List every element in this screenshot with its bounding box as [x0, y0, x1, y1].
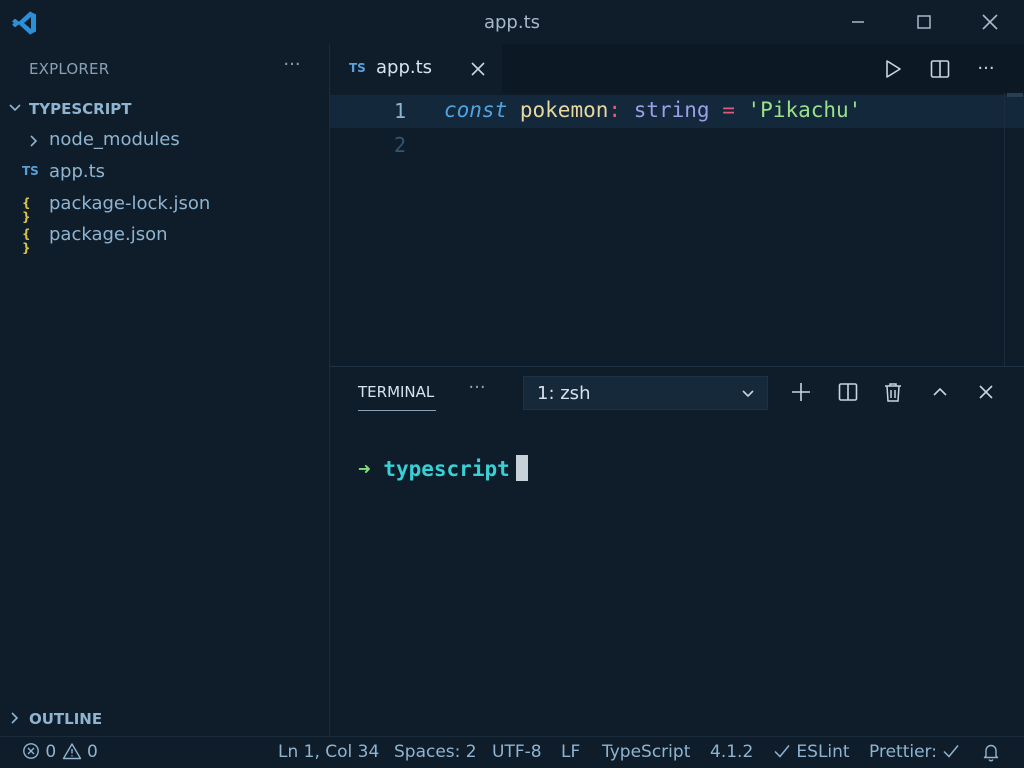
- prettier-label: Prettier:: [869, 742, 937, 762]
- tab-app-ts[interactable]: TS app.ts: [330, 44, 502, 93]
- tab-label: app.ts: [376, 57, 433, 78]
- json-file-icon: { }: [22, 227, 31, 255]
- chevron-right-icon: [11, 712, 19, 724]
- error-count: 0: [45, 742, 57, 762]
- eslint-label: ESLint: [796, 742, 850, 762]
- tree-item-label: node_modules: [49, 129, 180, 150]
- code-string: 'Pikachu': [747, 98, 862, 122]
- prompt-directory: typescript: [383, 457, 510, 481]
- bell-icon: [983, 744, 999, 762]
- vscode-logo-icon: [12, 11, 36, 35]
- code-identifier: pokemon: [519, 98, 609, 122]
- typescript-file-icon: TS: [349, 61, 366, 75]
- outline-title: OUTLINE: [29, 710, 103, 728]
- editor-tab-bar: TS app.ts ···: [330, 44, 1024, 93]
- play-icon: [886, 60, 901, 78]
- editor-group: TS app.ts ··· 1 2 const pokemon: string …: [330, 44, 1024, 366]
- chevron-up-icon: [933, 387, 947, 396]
- close-panel-button[interactable]: [973, 379, 999, 405]
- warning-count: 0: [87, 742, 98, 762]
- tree-item-app-ts[interactable]: TS app.ts: [0, 158, 330, 188]
- minimize-icon: [852, 21, 864, 23]
- scrollbar-thumb[interactable]: [1007, 93, 1023, 97]
- warning-icon: [62, 743, 81, 760]
- code-type: string: [633, 98, 710, 122]
- code-editor[interactable]: 1 2 const pokemon: string = 'Pikachu': [330, 93, 1024, 366]
- terminal-cursor: [515, 455, 528, 481]
- close-window-button[interactable]: [970, 8, 1010, 36]
- terminal-select[interactable]: 1: zsh: [523, 376, 768, 410]
- title-bar: app.ts: [0, 0, 1024, 44]
- tree-item-package-json[interactable]: { } package.json: [0, 221, 330, 255]
- run-button[interactable]: [880, 56, 906, 82]
- active-tab-indicator: [358, 410, 436, 411]
- tree-item-label: package.json: [49, 224, 168, 245]
- cursor-position[interactable]: Ln 1, Col 34: [278, 742, 379, 762]
- code-operator: =: [722, 98, 735, 122]
- chevron-down-icon: [9, 104, 21, 112]
- check-icon: [943, 745, 959, 758]
- typescript-file-icon: TS: [22, 164, 39, 178]
- problems-status[interactable]: 0 0: [22, 742, 98, 762]
- plus-icon: [792, 383, 810, 401]
- terminal-select-value: 1: zsh: [537, 383, 591, 404]
- check-icon: [774, 745, 790, 758]
- maximize-panel-button[interactable]: [927, 379, 953, 405]
- code-keyword: const: [444, 98, 508, 122]
- code-line-1: const pokemon: string = 'Pikachu': [444, 98, 861, 122]
- tree-item-label: app.ts: [49, 161, 106, 182]
- prettier-status[interactable]: Prettier:: [869, 742, 960, 762]
- folder-name: TYPESCRIPT: [29, 100, 132, 118]
- close-icon: [979, 385, 993, 399]
- maximize-icon: [917, 15, 931, 29]
- close-tab-icon[interactable]: [468, 59, 488, 79]
- minimize-button[interactable]: [838, 8, 878, 36]
- status-bar: 0 0 Ln 1, Col 34 Spaces: 2 UTF-8 LF Type…: [0, 736, 1024, 768]
- chevron-down-icon: [742, 390, 754, 398]
- line-number: 2: [393, 133, 406, 157]
- close-icon: [982, 14, 998, 30]
- maximize-button[interactable]: [904, 8, 944, 36]
- tree-item-package-lock-json[interactable]: { } package-lock.json: [0, 190, 330, 224]
- typescript-version[interactable]: 4.1.2: [710, 742, 753, 762]
- notifications-button[interactable]: [982, 742, 1000, 764]
- tree-item-node-modules[interactable]: node_modules: [0, 126, 330, 156]
- eslint-status[interactable]: ESLint: [773, 742, 850, 762]
- folder-section-typescript[interactable]: TYPESCRIPT: [0, 95, 330, 123]
- explorer-title: EXPLORER: [29, 60, 110, 78]
- split-terminal-icon: [838, 383, 858, 401]
- indentation-status[interactable]: Spaces: 2: [394, 742, 477, 762]
- encoding-status[interactable]: UTF-8: [492, 742, 542, 762]
- terminal-output[interactable]: ➜ typescript: [358, 455, 528, 481]
- chevron-right-icon: [30, 135, 38, 147]
- error-icon: [23, 743, 39, 759]
- trash-icon: [885, 383, 901, 402]
- line-number: 1: [393, 99, 406, 123]
- language-mode[interactable]: TypeScript: [602, 742, 690, 762]
- code-colon: :: [608, 98, 622, 122]
- tree-item-label: package-lock.json: [49, 193, 211, 214]
- editor-scrollbar[interactable]: [1004, 93, 1024, 366]
- outline-section[interactable]: OUTLINE: [0, 705, 330, 733]
- split-editor-button[interactable]: [927, 56, 953, 82]
- panel-more-icon[interactable]: ···: [464, 379, 490, 403]
- explorer-sidebar: EXPLORER ··· TYPESCRIPT node_modules TS …: [0, 44, 330, 736]
- terminal-panel: TERMINAL ··· 1: zsh ➜ typescript: [330, 366, 1024, 736]
- json-file-icon: { }: [22, 196, 31, 224]
- new-terminal-button[interactable]: [788, 379, 814, 405]
- split-editor-icon: [930, 60, 950, 78]
- split-terminal-button[interactable]: [835, 379, 861, 405]
- eol-status[interactable]: LF: [561, 742, 580, 762]
- explorer-more-icon[interactable]: ···: [278, 56, 306, 80]
- editor-more-icon[interactable]: ···: [973, 56, 999, 82]
- tab-terminal[interactable]: TERMINAL: [358, 383, 434, 401]
- kill-terminal-button[interactable]: [880, 379, 906, 405]
- prompt-arrow-icon: ➜: [358, 457, 371, 481]
